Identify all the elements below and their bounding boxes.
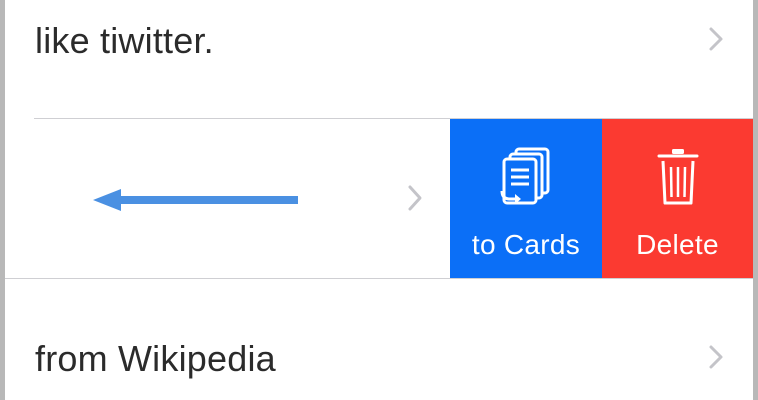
chevron-right-icon <box>408 185 422 211</box>
list-item-swiped[interactable]: to Cards Delete <box>5 119 753 278</box>
swiped-row-content[interactable] <box>5 119 450 278</box>
chevron-right-icon <box>709 27 723 51</box>
cards-icon <box>500 147 550 205</box>
to-cards-button[interactable]: to Cards <box>450 119 602 278</box>
to-cards-label: to Cards <box>471 229 581 260</box>
chevron-right-icon <box>709 345 723 369</box>
list-item[interactable]: like tiwitter. <box>5 0 753 118</box>
list-item-label: from Wikipedia <box>35 338 276 379</box>
list-item[interactable]: from Wikipedia <box>5 279 753 400</box>
trash-icon <box>657 149 698 205</box>
delete-button[interactable]: Delete <box>602 119 753 278</box>
left-arrow-icon <box>93 189 298 211</box>
right-edge-border <box>753 0 758 400</box>
delete-label: Delete <box>636 229 719 260</box>
list-item-label: like tiwitter. <box>35 20 214 61</box>
